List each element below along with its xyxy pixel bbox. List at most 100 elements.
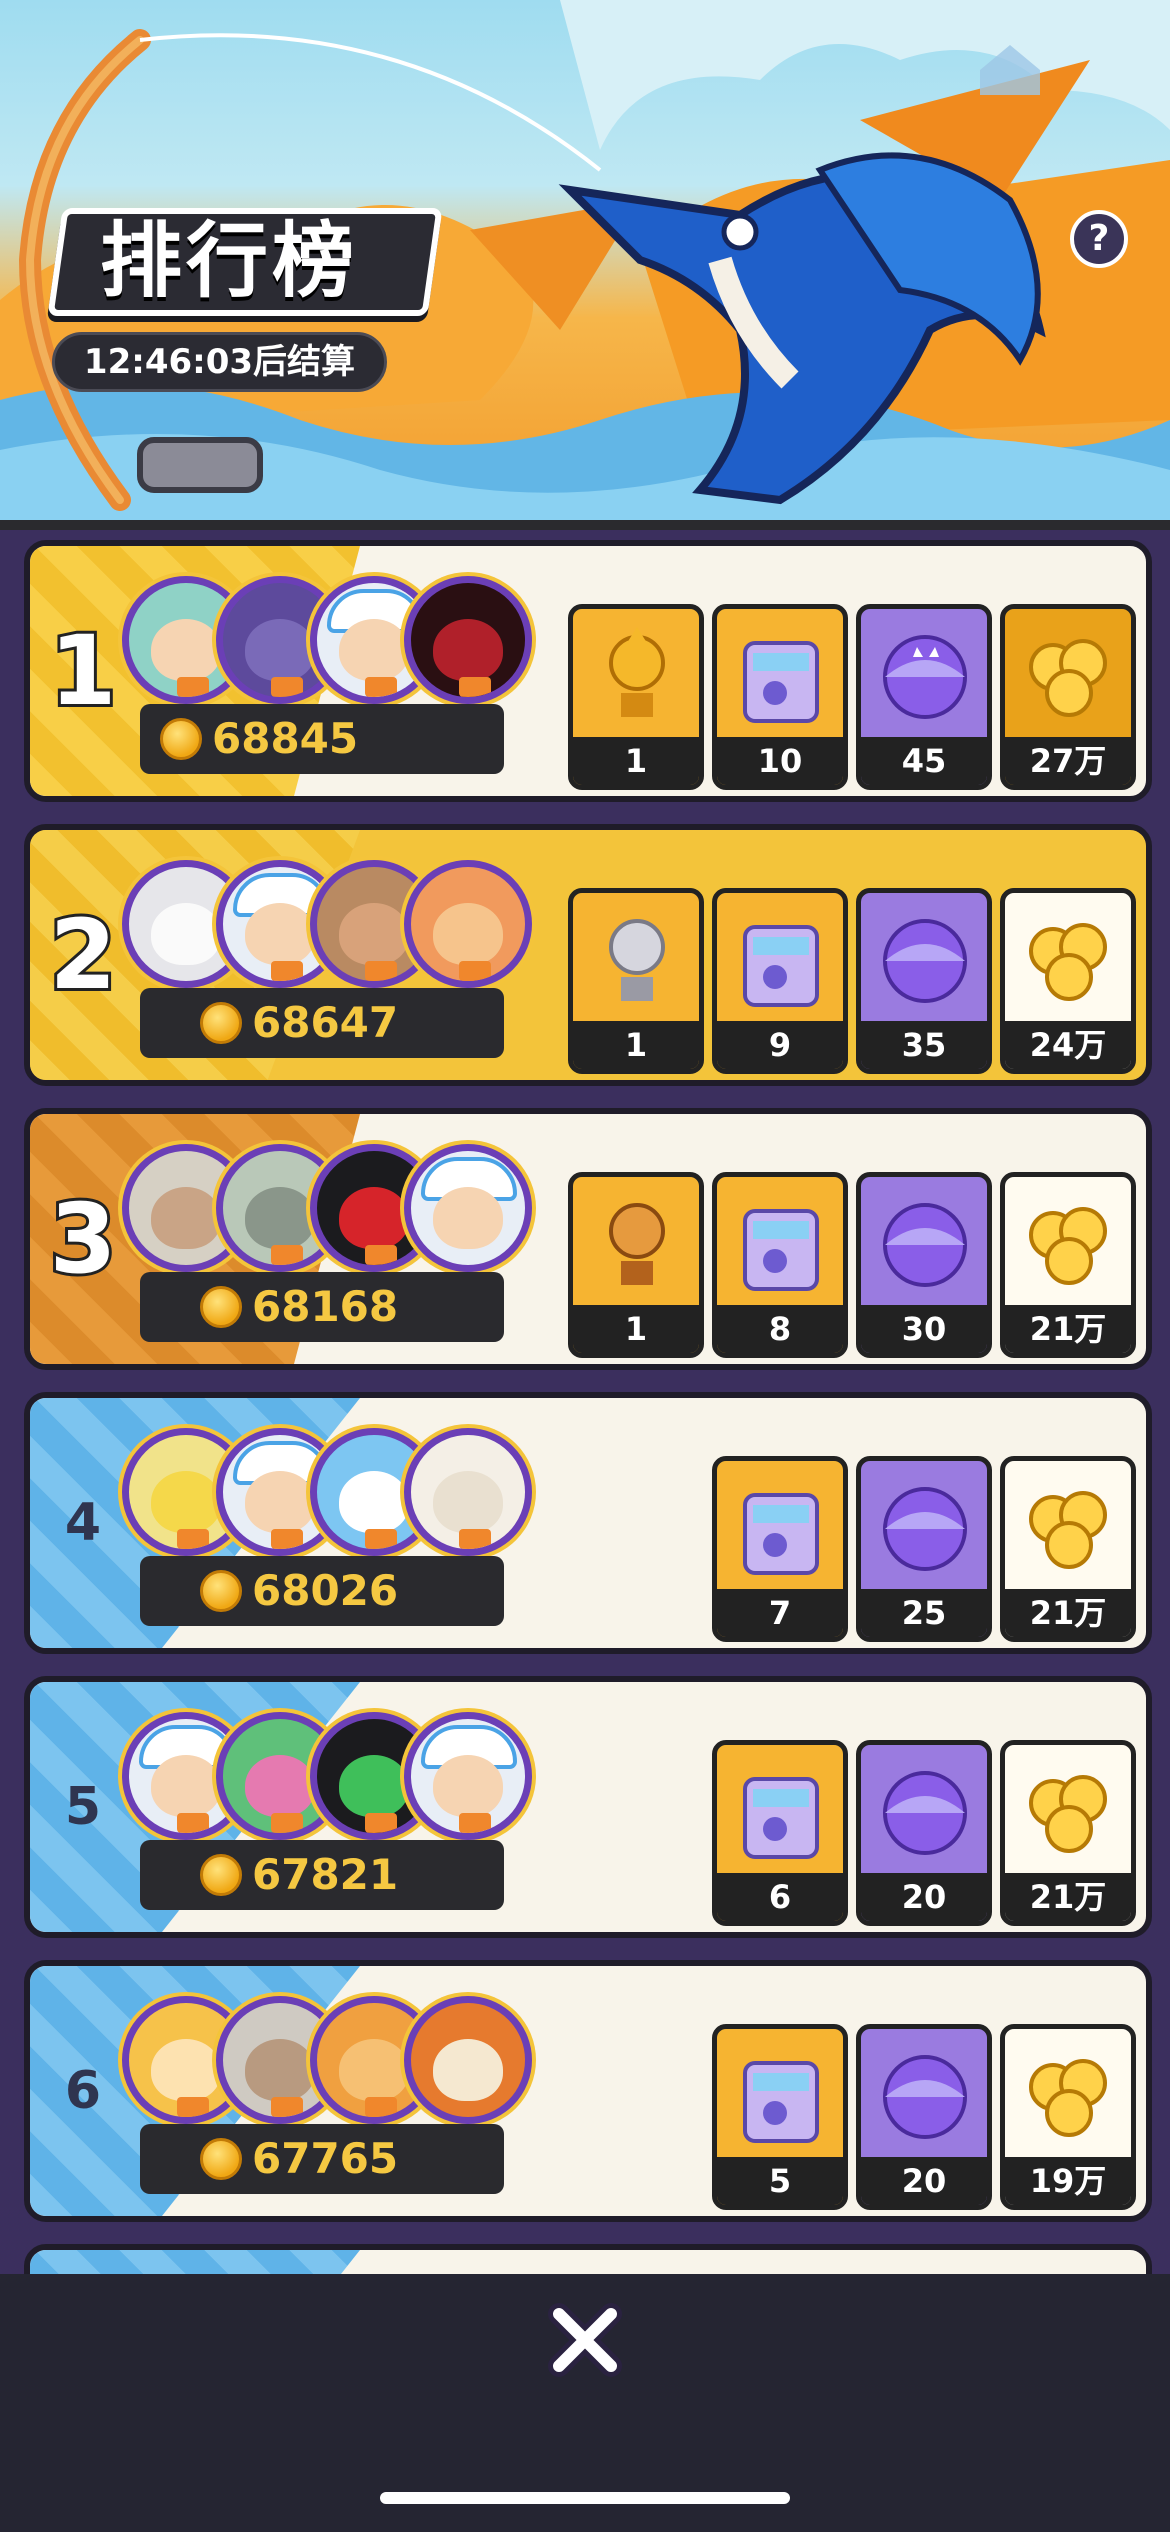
reward-item[interactable]: 27万	[1000, 604, 1136, 790]
reward-count: 20	[861, 1873, 987, 1921]
reward-item[interactable]: 25	[856, 1456, 992, 1642]
avatar[interactable]	[404, 1712, 532, 1840]
gold-coins-icon	[1029, 1207, 1107, 1285]
team-avatars	[122, 1428, 552, 1568]
gold-coins-icon	[1029, 923, 1107, 1001]
gold-coins-icon	[1029, 2059, 1107, 2137]
avatar[interactable]	[404, 1144, 532, 1272]
reward-item[interactable]: 35	[856, 888, 992, 1074]
reward-count: 1	[573, 737, 699, 785]
fish-coin-icon	[160, 718, 202, 760]
avatar[interactable]	[404, 860, 532, 988]
fish-coin-icon	[200, 1854, 242, 1896]
reward-list: 5 20 19万	[712, 2024, 1136, 2210]
reward-count: 8	[717, 1305, 843, 1353]
reward-count: 24万	[1005, 1021, 1131, 1069]
leaderboard-row: 4 68026 7 25 21万	[24, 1392, 1152, 1654]
reward-item[interactable]: 20	[856, 2024, 992, 2210]
gold-coins-icon	[1029, 1491, 1107, 1569]
trophy-icon	[609, 1203, 665, 1285]
leaderboard-row: 1 68845 1 10 45 27万	[24, 540, 1152, 802]
rank-number: 5	[64, 1777, 102, 1837]
reward-count: 1	[573, 1021, 699, 1069]
score-value: 67821	[252, 1850, 399, 1899]
leaderboard-row: 3 68168 1 8 30 21万	[24, 1108, 1152, 1370]
reward-item[interactable]: 20	[856, 1740, 992, 1926]
score-value: 68845	[212, 714, 359, 763]
score-value: 68168	[252, 1282, 399, 1331]
rank-number: 1	[47, 612, 120, 730]
reward-count: 10	[717, 737, 843, 785]
reward-item[interactable]: 30	[856, 1172, 992, 1358]
reward-item[interactable]: 19万	[1000, 2024, 1136, 2210]
avatar[interactable]	[404, 1428, 532, 1556]
reward-list: 1 9 35 24万	[568, 888, 1136, 1074]
reward-item[interactable]: 9	[712, 888, 848, 1074]
leaderboard-row: 5 67821 6 20 21万	[24, 1676, 1152, 1938]
reward-item[interactable]: 6	[712, 1740, 848, 1926]
cat-capsule-icon	[883, 1771, 967, 1855]
reward-item[interactable]: 21万	[1000, 1172, 1136, 1358]
score-value: 68647	[252, 998, 399, 1047]
close-icon[interactable]	[545, 2300, 625, 2380]
cat-capsule-icon	[883, 919, 967, 1003]
reward-list: 6 20 21万	[712, 1740, 1136, 1926]
mystery-box-icon	[743, 2061, 819, 2143]
score-pill: 67765	[140, 2124, 504, 2194]
reward-count: 6	[717, 1873, 843, 1921]
row-stripe	[30, 2250, 360, 2274]
reward-item[interactable]: 5	[712, 2024, 848, 2210]
reward-count: 1	[573, 1305, 699, 1353]
mystery-box-icon	[743, 925, 819, 1007]
avatar[interactable]	[404, 576, 532, 704]
mystery-box-icon	[743, 641, 819, 723]
gold-coins-icon	[1029, 639, 1107, 717]
reward-item[interactable]: 8	[712, 1172, 848, 1358]
reward-count: 7	[717, 1589, 843, 1637]
leaderboard-row: 6 67765 5 20 19万	[24, 1960, 1152, 2222]
cat-capsule-icon	[883, 1487, 967, 1571]
reward-count: 5	[717, 2157, 843, 2205]
reward-item[interactable]: 24万	[1000, 888, 1136, 1074]
mystery-box-icon	[743, 1209, 819, 1291]
leaderboard-row: 2 68647 1 9 35 24万	[24, 824, 1152, 1086]
banner-divider	[0, 520, 1170, 530]
mystery-box-icon	[743, 1777, 819, 1859]
reward-item[interactable]: 21万	[1000, 1740, 1136, 1926]
leaderboard-screen: 排行榜 12:46:03后结算 ? 1 68845 1 10 45 27万 2 …	[0, 0, 1170, 2532]
score-pill: 67821	[140, 1840, 504, 1910]
home-indicator[interactable]	[380, 2492, 790, 2504]
reward-item[interactable]: 1	[568, 888, 704, 1074]
reward-item[interactable]: 45	[856, 604, 992, 790]
mystery-box-icon	[743, 1493, 819, 1575]
team-avatars	[122, 576, 552, 716]
reward-item[interactable]: 7	[712, 1456, 848, 1642]
reward-count: 21万	[1005, 1589, 1131, 1637]
rank-number: 4	[64, 1493, 102, 1553]
reward-count: 9	[717, 1021, 843, 1069]
team-avatars	[122, 860, 552, 1000]
score-pill: 68647	[140, 988, 504, 1058]
reward-item[interactable]: 21万	[1000, 1456, 1136, 1642]
header-banner: 排行榜 12:46:03后结算 ?	[0, 0, 1170, 530]
reward-item[interactable]: 10	[712, 604, 848, 790]
gold-coins-icon	[1029, 1775, 1107, 1853]
team-avatars	[122, 1144, 552, 1284]
fish-coin-icon	[200, 1002, 242, 1044]
cat-capsule-icon	[883, 2055, 967, 2139]
reward-count: 35	[861, 1021, 987, 1069]
reward-count: 19万	[1005, 2157, 1131, 2205]
leaderboard-list[interactable]: 1 68845 1 10 45 27万 2 68647 1 9 35 24万 3…	[0, 534, 1170, 2274]
help-button[interactable]: ?	[1070, 210, 1128, 268]
reward-item[interactable]: 1	[568, 604, 704, 790]
score-pill: 68168	[140, 1272, 504, 1342]
score-value: 67765	[252, 2134, 399, 2183]
avatar[interactable]	[404, 1996, 532, 2124]
reward-list: 1 10 45 27万	[568, 604, 1136, 790]
rank-number: 2	[47, 896, 120, 1014]
fish-coin-icon	[200, 1570, 242, 1612]
reward-count: 30	[861, 1305, 987, 1353]
reward-list: 1 8 30 21万	[568, 1172, 1136, 1358]
reward-count: 25	[861, 1589, 987, 1637]
reward-item[interactable]: 1	[568, 1172, 704, 1358]
